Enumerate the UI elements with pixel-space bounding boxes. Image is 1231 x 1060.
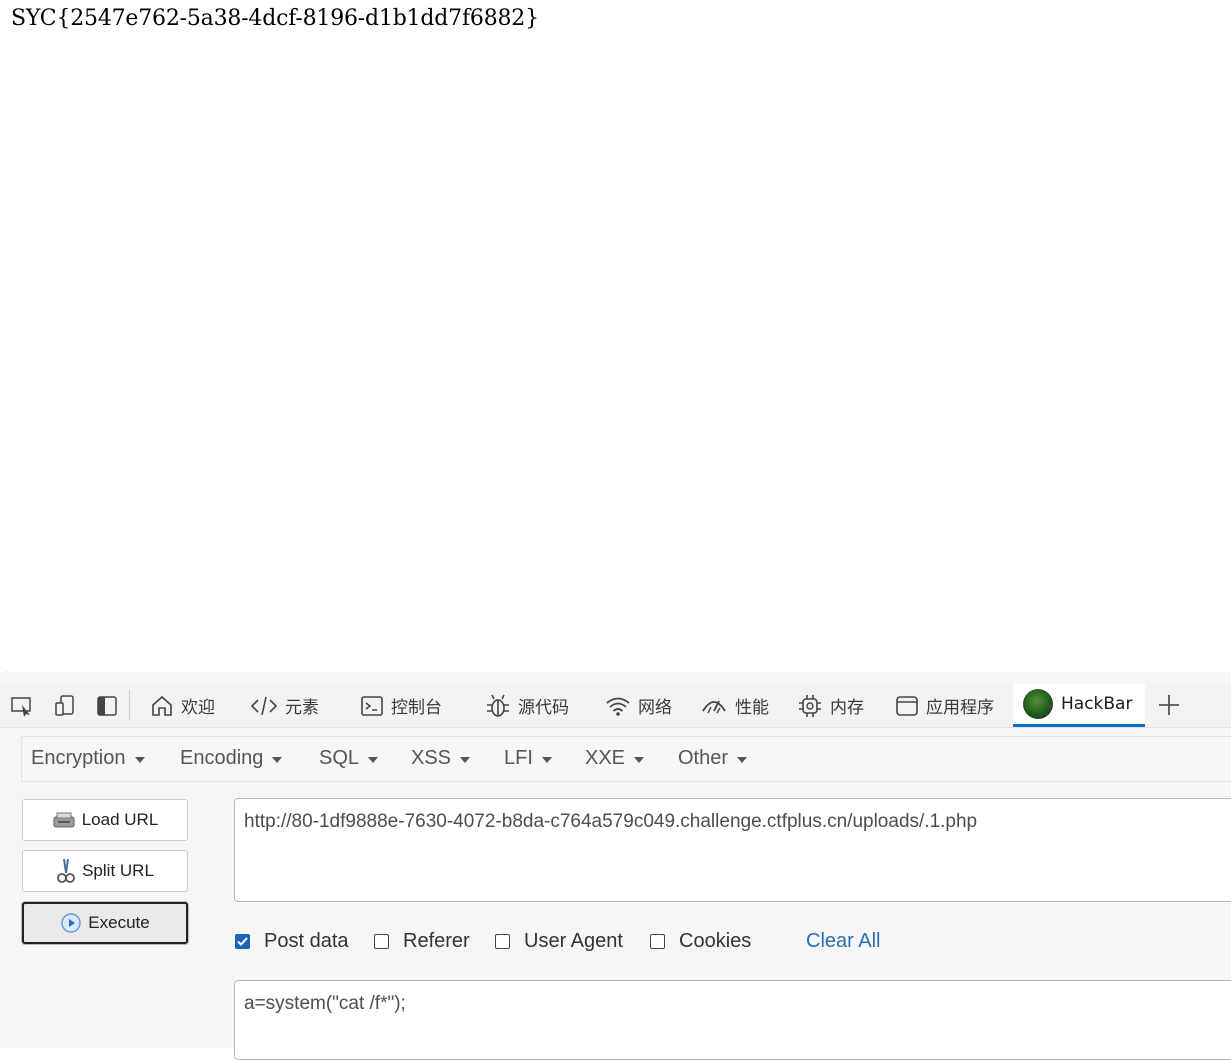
dock-icon[interactable] (93, 692, 121, 720)
cookies-checkbox[interactable]: Cookies (650, 930, 751, 953)
console-icon (361, 695, 383, 716)
bug-icon (487, 694, 509, 717)
caret-down-icon (368, 757, 379, 763)
tab-performance[interactable]: 性能 (700, 684, 769, 727)
menu-other[interactable]: Other (678, 747, 748, 770)
tab-label: 应用程序 (926, 698, 994, 718)
checkbox-unchecked (495, 934, 510, 949)
post-data-input[interactable]: a=system("cat /f*"); (234, 980, 1231, 1060)
tab-label: 元素 (285, 698, 319, 718)
menu-sql[interactable]: SQL (319, 747, 379, 770)
tab-welcome[interactable]: 欢迎 (150, 684, 215, 727)
inspect-icon[interactable] (8, 692, 36, 720)
menu-xss[interactable]: XSS (411, 747, 471, 770)
tab-console[interactable]: 控制台 (360, 684, 442, 727)
load-icon (53, 812, 75, 828)
menu-encryption[interactable]: Encryption (31, 747, 145, 770)
checkbox-unchecked (374, 934, 389, 949)
tab-label: HackBar (1061, 694, 1133, 714)
home-icon (152, 695, 172, 716)
menu-encoding[interactable]: Encoding (180, 747, 283, 770)
caret-down-icon (634, 757, 645, 763)
page-content: SYC{2547e762-5a38-4dcf-8196-d1b1dd7f6882… (0, 0, 1231, 673)
gauge-icon (702, 700, 726, 713)
play-icon (61, 913, 82, 933)
tab-network[interactable]: 网络 (605, 684, 672, 727)
user-agent-checkbox[interactable]: User Agent (495, 930, 623, 953)
tab-sources[interactable]: 源代码 (485, 684, 569, 727)
execute-button[interactable]: Execute (22, 902, 188, 944)
code-icon (250, 696, 278, 715)
tab-label: 网络 (638, 698, 672, 718)
clear-all-link[interactable]: Clear All (806, 930, 880, 953)
tab-application[interactable]: 应用程序 (895, 684, 994, 727)
url-input[interactable]: http://80-1df9888e-7630-4072-b8da-c764a5… (234, 798, 1231, 902)
checkbox-checked (235, 934, 250, 949)
plus-icon[interactable] (1157, 693, 1181, 720)
devtools-panel: 欢迎 元素 控制台 源代码 网络 性能 内存 应用程序 HackBar Encr… (0, 672, 1231, 1060)
tab-hackbar[interactable]: HackBar (1013, 684, 1145, 727)
caret-down-icon (541, 757, 552, 763)
tab-label: 内存 (830, 698, 864, 718)
tab-label: 性能 (735, 698, 769, 718)
caret-down-icon (460, 757, 471, 763)
checkbox-unchecked (650, 934, 665, 949)
hackbar-menu: Encryption Encoding SQL XSS LFI XXE Othe… (21, 736, 1231, 782)
caret-down-icon (272, 757, 283, 763)
devtools-toolbar: 欢迎 元素 控制台 源代码 网络 性能 内存 应用程序 HackBar (0, 684, 1231, 728)
chip-icon (799, 694, 821, 717)
toolbar-separator (129, 690, 130, 720)
post-data-checkbox[interactable]: Post data (235, 930, 349, 953)
wifi-icon (606, 697, 630, 716)
scissors-icon (57, 858, 75, 883)
referer-checkbox[interactable]: Referer (374, 930, 470, 953)
tab-label: 控制台 (391, 698, 442, 718)
menu-lfi[interactable]: LFI (504, 747, 552, 770)
device-icon[interactable] (51, 692, 79, 720)
caret-down-icon (737, 757, 748, 763)
tab-memory[interactable]: 内存 (797, 684, 864, 727)
menu-xxe[interactable]: XXE (585, 747, 645, 770)
hackbar-logo-icon (1023, 689, 1053, 719)
split-url-button[interactable]: Split URL (22, 850, 188, 892)
window-icon (896, 695, 918, 716)
tab-label: 源代码 (518, 698, 569, 718)
tab-label: 欢迎 (181, 698, 215, 718)
load-url-button[interactable]: Load URL (22, 799, 188, 841)
caret-down-icon (134, 757, 145, 763)
tab-elements[interactable]: 元素 (250, 684, 319, 727)
page-output-text: SYC{2547e762-5a38-4dcf-8196-d1b1dd7f6882… (11, 6, 539, 31)
